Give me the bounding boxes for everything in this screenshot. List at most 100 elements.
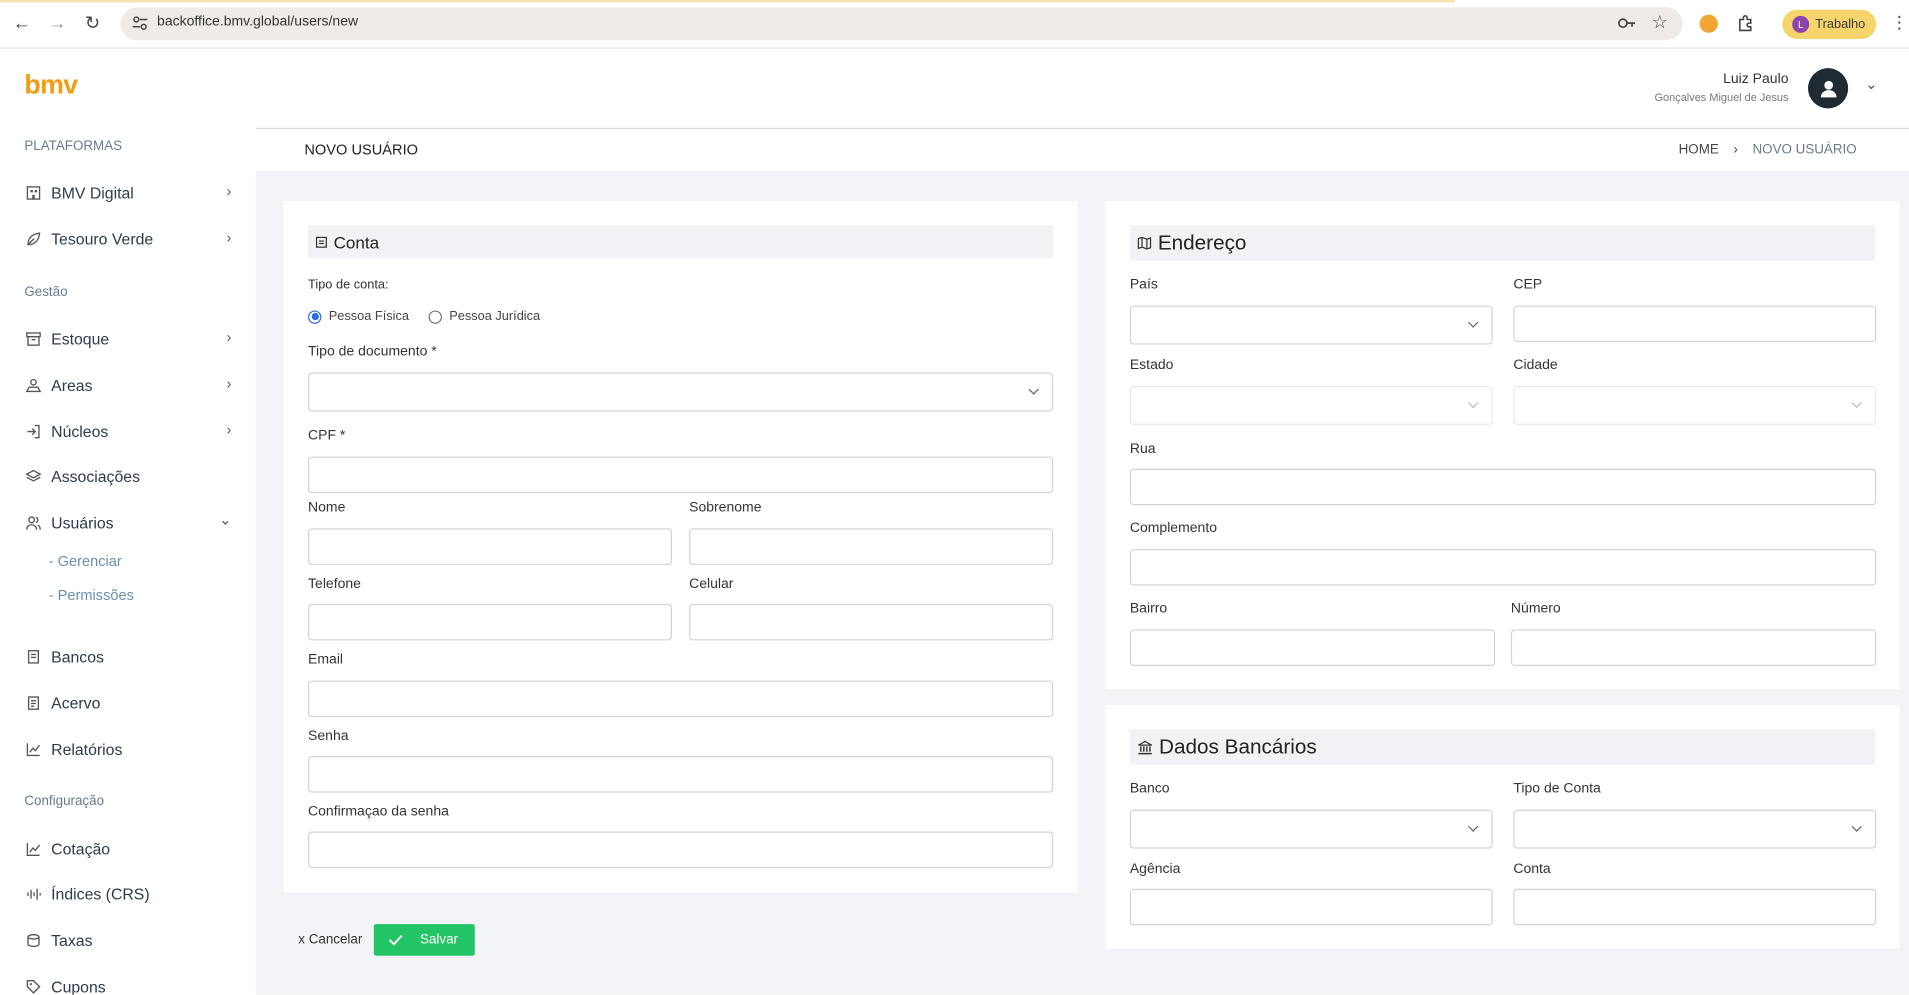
document-icon [24, 694, 41, 711]
tipo-conta-radio-group: Pessoa Física Pessoa Jurídica [308, 309, 540, 324]
cidade-label: Cidade [1513, 357, 1558, 373]
sidebar-item-nucleos[interactable]: Núcleos › [24, 419, 231, 443]
nome-input[interactable] [308, 528, 673, 565]
bank-icon [24, 648, 41, 665]
sidebar-item-acervo[interactable]: Acervo [24, 690, 231, 714]
cep-input[interactable] [1513, 305, 1877, 343]
celular-label: Celular [689, 577, 734, 592]
sidebar-item-cupons[interactable]: Cupons [24, 974, 231, 995]
sidebar-item-cotacao[interactable]: Cotação [24, 836, 231, 860]
forward-icon[interactable]: → [46, 12, 68, 34]
sidebar-item-label: Areas [51, 375, 93, 394]
check-icon [388, 934, 403, 946]
cpf-input[interactable] [308, 456, 1054, 494]
sidebar-item-estoque[interactable]: Estoque › [24, 326, 231, 350]
line-chart-icon [24, 840, 41, 857]
password-key-icon[interactable] [1617, 15, 1636, 32]
bairro-input[interactable] [1129, 629, 1496, 666]
cidade-select[interactable] [1513, 385, 1877, 425]
sidebar-item-relatorios[interactable]: Relatórios [24, 737, 231, 761]
sidebar-subitem-permissoes[interactable]: - Permissões [49, 587, 134, 604]
bookmark-star-icon[interactable]: ☆ [1652, 11, 1668, 33]
breadcrumb-home[interactable]: HOME [1679, 142, 1719, 157]
user-avatar-icon[interactable] [1807, 68, 1849, 109]
sidebar-section-configuracao: Configuração [24, 793, 105, 809]
radio-pessoa-juridica[interactable] [428, 309, 442, 324]
save-button[interactable]: Salvar [373, 924, 475, 956]
page-title-bar: NOVO USUÁRIO HOME › NOVO USUÁRIO [255, 129, 1909, 171]
sidebar-subitem-gerenciar[interactable]: - Gerenciar [49, 553, 122, 570]
sidebar-item-usuarios[interactable]: Usuários ⌄ [24, 510, 231, 534]
address-bar[interactable]: backoffice.bmv.global/users/new ☆ [120, 7, 1683, 41]
rua-input[interactable] [1129, 468, 1877, 506]
sidebar-item-areas[interactable]: Areas › [24, 373, 231, 397]
conta-bancaria-input[interactable] [1513, 888, 1877, 926]
email-input[interactable] [308, 680, 1054, 718]
sidebar-item-associacoes[interactable]: Associações [24, 464, 231, 488]
bmv-logo[interactable]: bmv [24, 69, 78, 101]
radio-pessoa-fisica-label[interactable]: Pessoa Física [329, 309, 409, 324]
estado-select[interactable] [1129, 385, 1493, 425]
agencia-label: Agência [1129, 861, 1181, 877]
confirmacao-senha-input[interactable] [308, 831, 1054, 869]
tipo-conta-bancaria-select[interactable] [1513, 809, 1877, 849]
sidebar-item-tesouro-verde[interactable]: Tesouro Verde › [24, 226, 231, 250]
agencia-input[interactable] [1129, 888, 1493, 926]
site-settings-icon[interactable] [130, 13, 149, 32]
login-arrow-icon [24, 422, 41, 439]
sidebar-section-plataformas: PLATAFORMAS [24, 138, 123, 154]
waveform-icon [24, 885, 41, 902]
profile-avatar: L [1792, 15, 1810, 33]
extensions-puzzle-icon[interactable] [1736, 13, 1755, 32]
page-title: NOVO USUÁRIO [304, 141, 419, 159]
cep-label: CEP [1513, 277, 1543, 293]
back-icon[interactable]: ← [11, 12, 33, 34]
id-card-icon [315, 236, 327, 248]
numero-input[interactable] [1510, 629, 1877, 666]
chevron-down-icon: ⌄ [219, 511, 232, 529]
sidebar-item-indices[interactable]: Índices (CRS) [24, 881, 231, 905]
confirmacao-senha-label: Confirmaçao da senha [308, 804, 449, 820]
sidebar-item-taxas[interactable]: Taxas [24, 928, 231, 952]
cancel-button[interactable]: x Cancelar [298, 933, 362, 948]
user-name: Luiz Paulo [1723, 71, 1789, 87]
conta-bancaria-label: Conta [1513, 861, 1551, 877]
user-fullname: Gonçalves Miguel de Jesus [1654, 91, 1789, 104]
conta-card: Conta Tipo de conta: Pessoa Física Pesso… [283, 200, 1078, 893]
email-label: Email [308, 652, 344, 668]
banco-select[interactable] [1129, 809, 1493, 849]
telefone-input[interactable] [308, 603, 673, 641]
banco-label: Banco [1129, 781, 1170, 797]
tipo-conta-label: Tipo de conta: [308, 277, 389, 293]
tipo-documento-label: Tipo de documento * [308, 344, 437, 360]
rua-label: Rua [1129, 441, 1156, 457]
extension-orange-icon[interactable] [1699, 14, 1718, 33]
endereco-card: Endereço País CEP Estado Cidade Rua Comp… [1105, 200, 1900, 690]
chevron-right-icon: › [226, 228, 232, 246]
browser-toolbar: ← → ↻ backoffice.bmv.global/users/new ☆ … [0, 0, 1909, 49]
dados-bancarios-card: Dados Bancários Banco Tipo de Conta Agên… [1105, 704, 1900, 949]
map-pin-area-icon [24, 376, 41, 393]
users-icon [24, 514, 41, 531]
user-menu-chevron-icon[interactable]: ⌄ [1865, 75, 1877, 92]
url-text[interactable]: backoffice.bmv.global/users/new [157, 15, 358, 30]
pais-select[interactable] [1129, 305, 1493, 345]
senha-input[interactable] [308, 756, 1054, 793]
sidebar-item-bancos[interactable]: Bancos [24, 644, 231, 668]
radio-pessoa-juridica-label[interactable]: Pessoa Jurídica [449, 309, 540, 324]
nome-label: Nome [308, 500, 346, 516]
sobrenome-input[interactable] [689, 528, 1054, 565]
tipo-documento-select[interactable] [308, 372, 1054, 412]
chevron-right-icon: › [226, 182, 232, 200]
celular-input[interactable] [689, 603, 1054, 641]
browser-menu-icon[interactable]: ⋮ [1891, 12, 1908, 33]
complemento-input[interactable] [1129, 549, 1877, 586]
radio-pessoa-fisica[interactable] [308, 309, 322, 324]
layers-icon [24, 468, 41, 485]
sidebar-item-label: BMV Digital [51, 183, 134, 202]
sidebar-item-bmv-digital[interactable]: BMV Digital › [24, 180, 231, 204]
breadcrumb-separator-icon: › [1733, 142, 1738, 158]
browser-profile-button[interactable]: L Trabalho [1782, 9, 1877, 39]
reload-icon[interactable]: ↻ [82, 12, 104, 34]
main-content: NOVO USUÁRIO HOME › NOVO USUÁRIO Conta T… [255, 127, 1909, 995]
